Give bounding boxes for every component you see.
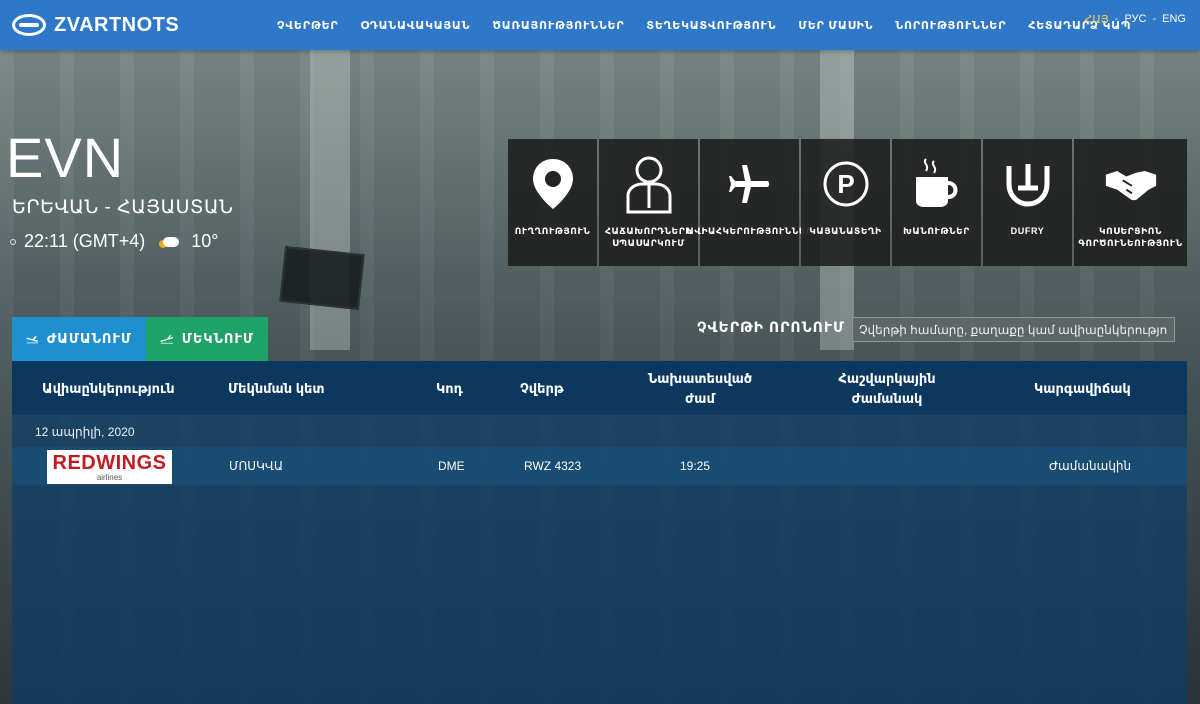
tile-directions[interactable]: ՈՒՂՂՈՒԹՅՈՒՆ [508, 139, 597, 266]
tile-label: ԽԱՆՈՒԹՆԵՐ [903, 226, 970, 236]
header-code: Կոդ [436, 381, 463, 396]
lang-separator: - [1152, 13, 1157, 25]
cell-flight: RWZ 4323 [524, 459, 582, 473]
svg-text:P: P [837, 169, 854, 199]
airport-code: EVN [6, 126, 125, 189]
lang-separator: - [1114, 13, 1119, 25]
top-navigation-bar: ZVARTNOTS ՉՎԵՐԹԵՐ ՕԴԱՆԱՎԱԿԱՅԱՆ ԾԱՌԱՅՈՒԹՅ… [0, 0, 1200, 50]
tile-label: DUFRY [1010, 226, 1045, 236]
flights-table: Ավիաընկերություն Մեկնման կետ Կոդ Չվերթ Ն… [12, 361, 1187, 704]
tile-label: ԿՈՍԵՐՑԻՈՆ ԳՈՐԾՈՒՆԵՈՒԹՅՈՒՆ [1078, 226, 1183, 248]
cell-status: Ժամանակին [1049, 459, 1132, 473]
tile-label: ԿԱՅԱՆԱՏԵՂԻ [809, 226, 882, 236]
location-info: EVN ԵՐԵՎԱՆ - ՀԱՅԱՍՏԱՆ 22:11 (GMT+4) 10° [6, 130, 233, 252]
main-menu: ՉՎԵՐԹԵՐ ՕԴԱՆԱՎԱԿԱՅԱՆ ԾԱՌԱՅՈՒԹՅՈՒՆՆԵՐ ՏԵՂ… [266, 19, 1142, 32]
cell-scheduled: 19:25 [680, 459, 711, 473]
tile-label: ԱՎԻԱՀԿԵՐՈՒԹՅՈՒՆՆԵՐ [686, 226, 813, 236]
header-status: Կարգավիճակ [1034, 381, 1131, 396]
coffee-cup-icon [910, 157, 964, 211]
temperature: 10° [191, 231, 219, 251]
airline-logo-subtext: airlines [96, 473, 123, 482]
tab-departures[interactable]: ՄԵԿՆՈՒՄ [146, 317, 268, 361]
header-estimated-line2: ժամանակ [851, 391, 923, 406]
brand-logo[interactable]: ZVARTNOTS [12, 14, 252, 37]
flight-search-label: ՉՎԵՐԹԻ ՈՐՈՆՈՒՄ [697, 319, 845, 335]
landing-plane-icon [26, 336, 39, 344]
language-switcher: ՀԱՅ - РУС - ENG [1084, 13, 1186, 26]
table-row[interactable]: REDWINGS airlines ՄՈՍԿՎԱ DME RWZ 4323 19… [12, 447, 1187, 485]
tile-passenger-service[interactable]: ՀԱՃԱԽՈՐԴՆԵՐԻ ՍՊԱՍԱՐԿՈՒՄ [599, 139, 698, 266]
redwings-logo: REDWINGS airlines [47, 450, 172, 484]
airline-logo-text: REDWINGS [52, 452, 167, 474]
cell-origin: ՄՈՍԿՎԱ [229, 459, 284, 473]
nav-item-flights[interactable]: ՉՎԵՐԹԵՐ [266, 19, 350, 32]
header-estimated: Հաշվարկային ժամանակ [827, 369, 947, 409]
brand-name: ZVARTNOTS [54, 13, 180, 36]
tile-commercial[interactable]: ԿՈՍԵՐՑԻՈՆ ԳՈՐԾՈՒՆԵՈՒԹՅՈՒՆ [1074, 139, 1187, 266]
tile-parking[interactable]: P ԿԱՅԱՆԱՏԵՂԻ [801, 139, 890, 266]
date-group-label: 12 ապրիլի, 2020 [35, 425, 135, 439]
location-pin-icon [526, 157, 580, 211]
background-monitor [279, 245, 365, 311]
local-time: 22:11 (GMT+4) [24, 231, 146, 251]
lang-hy[interactable]: ՀԱՅ [1084, 13, 1108, 26]
header-scheduled: Նախատեսված ժամ [640, 369, 760, 409]
table-header: Ավիաընկերություն Մեկնման կետ Կոդ Չվերթ Ն… [12, 361, 1187, 415]
header-scheduled-line1: Նախատեսված [647, 371, 753, 386]
flight-search-input[interactable] [852, 317, 1175, 342]
time-weather: 22:11 (GMT+4) 10° [10, 231, 233, 252]
header-flight: Չվերթ [520, 381, 564, 396]
tile-label: ՈՒՂՂՈՒԹՅՈՒՆ [514, 226, 591, 236]
lang-en[interactable]: ENG [1162, 13, 1186, 26]
nav-item-news[interactable]: ՆՈՐՈՒԹՅՈՒՆՆԵՐ [884, 19, 1017, 32]
nav-item-airport[interactable]: ՕԴԱՆԱՎԱԿԱՅԱՆ [350, 19, 482, 32]
takeoff-plane-icon [160, 335, 173, 344]
tab-departures-label: ՄԵԿՆՈՒՄ [181, 331, 254, 346]
tab-arrivals[interactable]: ԺԱՄԱՆՈՒՄ [12, 317, 146, 361]
header-scheduled-line2: ժամ [685, 391, 715, 406]
dufry-icon [1001, 157, 1055, 211]
tile-airlines[interactable]: ԱՎԻԱՀԿԵՐՈՒԹՅՈՒՆՆԵՐ [687, 139, 812, 266]
zvartnots-logo-icon [12, 14, 46, 36]
nav-item-information[interactable]: ՏԵՂԵԿԱՏՎՈՒԹՅՈՒՆ [635, 19, 787, 32]
nav-item-about[interactable]: ՄԵՐ ՄԱՍԻՆ [787, 19, 884, 32]
handshake-icon [1104, 157, 1158, 211]
person-icon [622, 156, 676, 214]
service-tiles: ՈՒՂՂՈՒԹՅՈՒՆ ՀԱՃԱԽՈՐԴՆԵՐԻ ՍՊԱՍԱՐԿՈՒՄ ԱՎԻԱ… [508, 139, 1187, 266]
flight-tabs: ԺԱՄԱՆՈՒՄ ՄԵԿՆՈՒՄ [12, 317, 268, 361]
header-airline: Ավիաընկերություն [42, 381, 175, 396]
city-country: ԵՐԵՎԱՆ - ՀԱՅԱՍՏԱՆ [12, 197, 234, 218]
nav-item-services[interactable]: ԾԱՌԱՅՈՒԹՅՈՒՆՆԵՐ [481, 19, 635, 32]
header-origin: Մեկնման կետ [228, 381, 325, 396]
partly-cloudy-icon [159, 235, 181, 249]
parking-icon: P [819, 157, 873, 211]
airplane-icon [723, 157, 777, 211]
lang-ru[interactable]: РУС [1124, 13, 1146, 26]
tile-dufry[interactable]: DUFRY [983, 139, 1072, 266]
tab-arrivals-label: ԺԱՄԱՆՈՒՄ [46, 331, 132, 346]
tile-shops[interactable]: ԽԱՆՈՒԹՆԵՐ [892, 139, 981, 266]
clock-icon [10, 238, 16, 245]
cell-code: DME [438, 459, 465, 473]
header-estimated-line1: Հաշվարկային [838, 371, 936, 386]
